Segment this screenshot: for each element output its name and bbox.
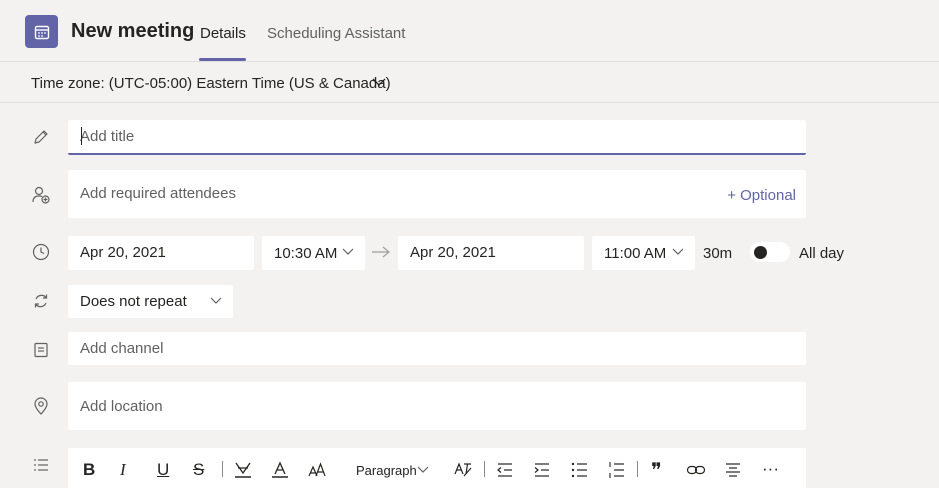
toolbar-divider <box>637 461 638 477</box>
format-toolbar: B I U S Paragraph ❞ ··· <box>68 448 806 488</box>
chevron-down-icon <box>342 248 354 255</box>
timezone-selector[interactable]: Time zone: (UTC-05:00) Eastern Time (US … <box>31 75 391 92</box>
channel-icon <box>34 342 48 358</box>
timezone-bar: Time zone: (UTC-05:00) Eastern Time (US … <box>0 62 939 103</box>
end-time-value: 11:00 AM <box>604 245 667 262</box>
start-date-value: Apr 20, 2021 <box>80 244 166 261</box>
start-time-value: 10:30 AM <box>274 245 338 262</box>
align-center-icon[interactable] <box>723 461 743 479</box>
calendar-icon <box>25 15 58 48</box>
toggle-knob <box>754 246 767 259</box>
add-person-icon <box>32 186 50 204</box>
decrease-indent-icon[interactable] <box>495 461 515 479</box>
font-size-icon[interactable] <box>307 461 327 479</box>
repeat-value: Does not repeat <box>80 293 187 310</box>
pencil-icon <box>34 130 48 144</box>
chevron-down-icon[interactable] <box>371 76 387 88</box>
repeat-dropdown[interactable]: Does not repeat <box>68 285 233 318</box>
highlight-icon[interactable] <box>233 461 253 479</box>
tab-details[interactable]: Details <box>200 25 246 42</box>
location-pin-icon <box>34 397 48 415</box>
clock-icon <box>32 243 50 261</box>
title-input[interactable]: Add title <box>68 120 806 155</box>
bold-button[interactable]: B <box>83 460 95 480</box>
chevron-down-icon <box>210 297 222 304</box>
toolbar-divider <box>484 461 485 477</box>
active-tab-indicator <box>199 58 246 61</box>
tab-scheduling-assistant[interactable]: Scheduling Assistant <box>267 25 405 42</box>
font-color-icon[interactable] <box>270 461 290 479</box>
arrow-right-icon <box>372 246 390 258</box>
numbered-list-icon[interactable] <box>606 461 626 479</box>
underline-button[interactable]: U <box>157 460 169 480</box>
end-time-picker[interactable]: 11:00 AM <box>592 236 695 270</box>
header: New meeting Details Scheduling Assistant <box>0 0 939 62</box>
bulleted-list-icon[interactable] <box>569 461 589 479</box>
text-cursor <box>81 127 82 145</box>
attendees-placeholder: Add required attendees <box>80 185 236 202</box>
strikethrough-button[interactable]: S <box>193 460 204 480</box>
location-placeholder: Add location <box>80 398 163 415</box>
page-title: New meeting <box>71 20 195 42</box>
end-date-value: Apr 20, 2021 <box>410 244 496 261</box>
repeat-icon <box>34 294 48 308</box>
increase-indent-icon[interactable] <box>532 461 552 479</box>
optional-attendees-link[interactable]: + Optional <box>727 187 796 204</box>
paragraph-dropdown[interactable]: Paragraph <box>356 463 417 478</box>
chevron-down-icon <box>417 466 429 473</box>
chevron-down-icon <box>672 248 684 255</box>
list-icon <box>34 459 48 471</box>
attendees-input[interactable]: Add required attendees + Optional <box>68 170 806 218</box>
clear-formatting-icon[interactable] <box>453 461 473 479</box>
toolbar-divider <box>222 461 223 477</box>
all-day-toggle[interactable] <box>750 242 790 262</box>
end-date-picker[interactable]: Apr 20, 2021 <box>398 236 584 270</box>
more-options-button[interactable]: ··· <box>762 459 779 479</box>
channel-input[interactable]: Add channel <box>68 332 806 365</box>
start-date-picker[interactable]: Apr 20, 2021 <box>68 236 254 270</box>
all-day-label: All day <box>799 245 845 262</box>
italic-button[interactable]: I <box>120 460 126 480</box>
title-placeholder: Add title <box>80 128 135 145</box>
quote-icon[interactable]: ❞ <box>651 458 662 483</box>
start-time-picker[interactable]: 10:30 AM <box>262 236 365 270</box>
channel-placeholder: Add channel <box>80 340 164 357</box>
link-icon[interactable] <box>686 461 706 479</box>
location-input[interactable]: Add location <box>68 382 806 430</box>
duration-label: 30m <box>703 245 733 262</box>
